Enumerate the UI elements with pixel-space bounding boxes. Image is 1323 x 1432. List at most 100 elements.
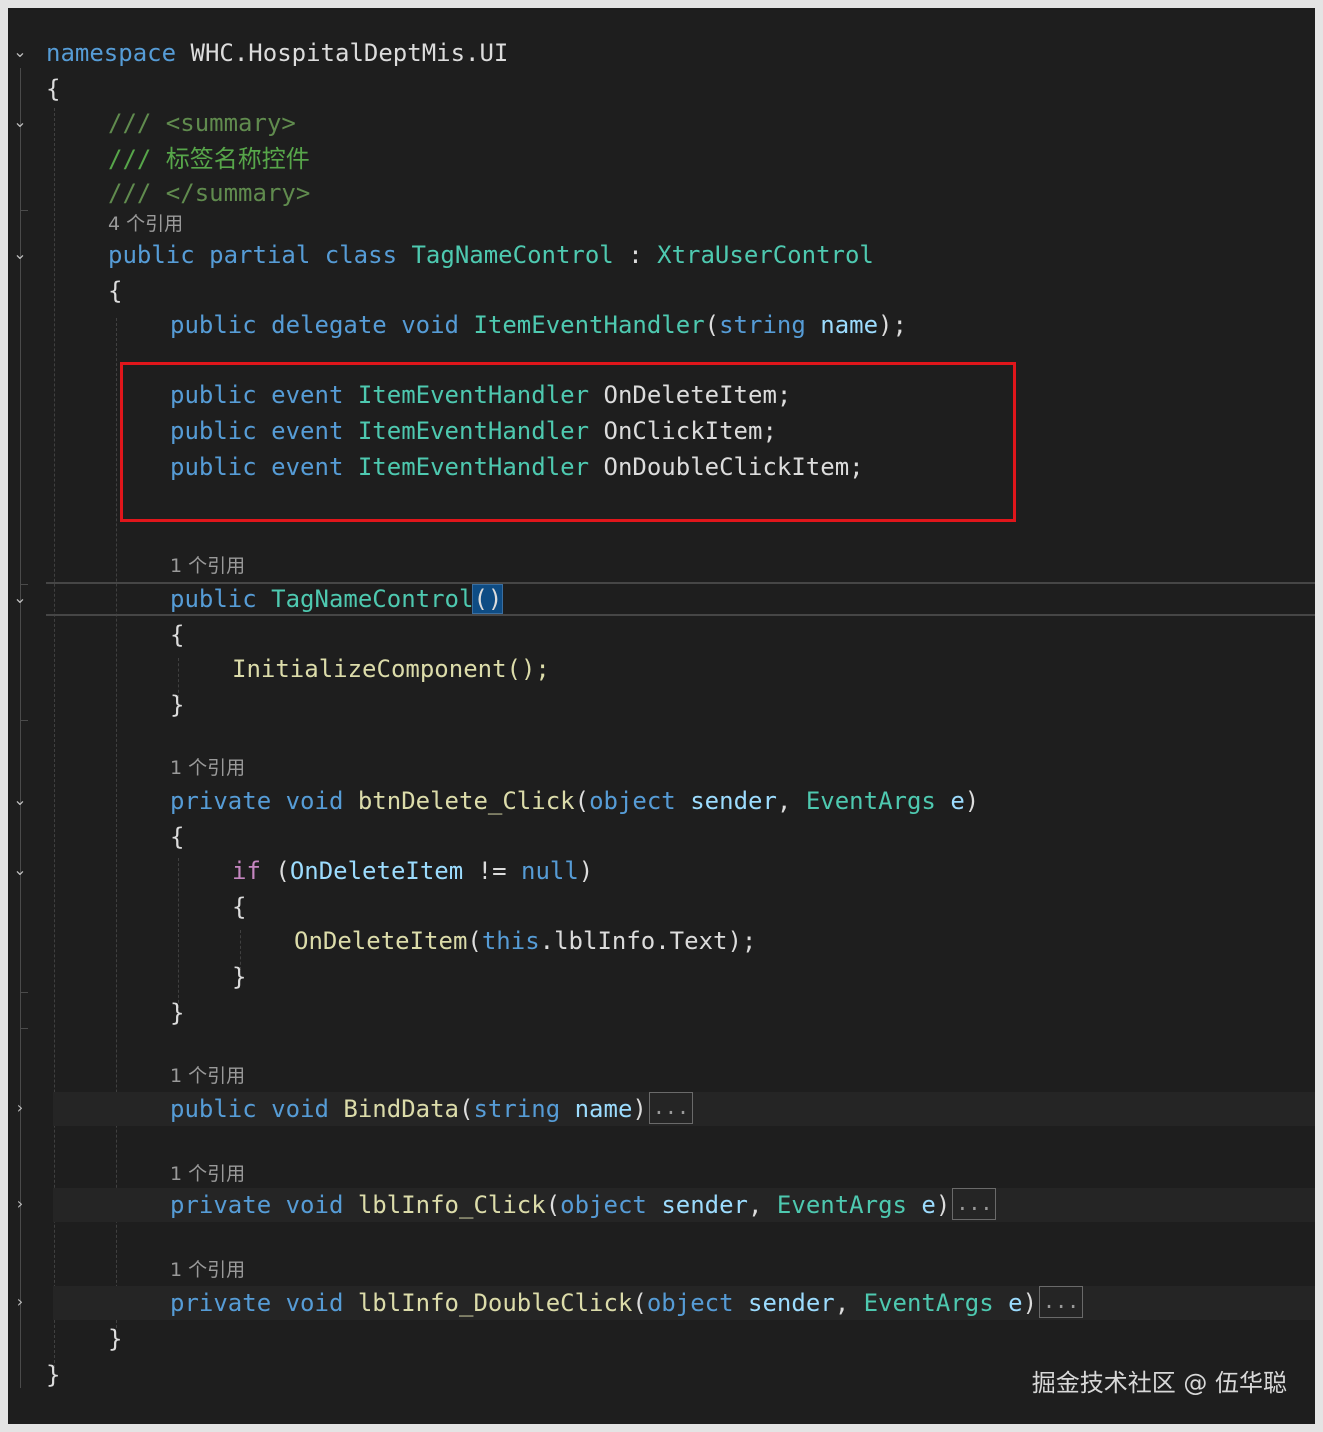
code-line-comment[interactable]: /// <summary> [8, 106, 1315, 140]
keyword: public [170, 585, 257, 613]
code-line-call[interactable]: InitializeComponent(); [8, 652, 1315, 686]
param-name: sender [748, 1289, 835, 1317]
watermark: 掘金技术社区 @ 伍华聪 [1031, 1369, 1287, 1397]
code-line-brace[interactable]: } [8, 1322, 1315, 1356]
code-line-constructor-current[interactable]: public TagNameControl() [46, 582, 1315, 616]
code-line-brace[interactable]: } [8, 960, 1315, 994]
punct: ( [467, 927, 482, 955]
doc-comment: /// <summary> [108, 109, 296, 137]
keyword: public [170, 1095, 257, 1123]
keyword: void [285, 1289, 344, 1317]
code-line-comment[interactable]: /// 标签名称控件 [8, 142, 1315, 176]
keyword: void [285, 787, 344, 815]
code-line-comment[interactable]: /// </summary> [8, 176, 1315, 210]
codelens-references[interactable]: 1 个引用 [170, 1160, 245, 1188]
code-line-brace[interactable]: { [8, 274, 1315, 308]
code-line-collapsed-method[interactable]: private void lblInfo_Click(object sender… [53, 1188, 1315, 1222]
fold-collapsed-icon[interactable]: › [12, 1196, 28, 1212]
code-line-class[interactable]: public partial class TagNameControl : Xt… [8, 238, 1315, 272]
keyword: void [285, 1191, 344, 1219]
open-brace: { [232, 893, 247, 921]
colon: : [613, 241, 658, 269]
collapsed-ellipsis-button[interactable]: ... [952, 1188, 997, 1220]
code-line-invoke[interactable]: OnDeleteItem(this.lblInfo.Text); [8, 924, 1315, 958]
code-editor[interactable]: ⌄ ⌄ ⌄ ⌄ ⌄ ⌄ › › › namespace WHC.Hospital… [8, 8, 1315, 1424]
matched-parens: () [472, 584, 504, 614]
fold-end-tick [20, 584, 28, 585]
code-line-brace[interactable]: { [8, 890, 1315, 924]
open-brace: { [108, 277, 123, 305]
code-line-method[interactable]: private void btnDelete_Click(object send… [8, 784, 1315, 818]
code-line-brace[interactable]: { [8, 72, 1315, 106]
invoked-event: OnDeleteItem [294, 927, 468, 955]
base-class: XtraUserControl [657, 241, 874, 269]
param-name: name [820, 311, 879, 339]
method-name: lblInfo_Click [357, 1191, 546, 1219]
close-brace: } [108, 1325, 123, 1353]
keyword: private [170, 1289, 272, 1317]
param-name: e [921, 1191, 936, 1219]
close-brace: } [170, 999, 185, 1027]
param-type: EventArgs [776, 1191, 907, 1219]
close-brace: } [232, 963, 247, 991]
fold-collapsed-icon[interactable]: › [12, 1294, 28, 1310]
doc-comment: /// 标签名称控件 [108, 145, 310, 173]
method-call: InitializeComponent(); [232, 655, 550, 683]
punct: ( [574, 787, 590, 815]
codelens-references[interactable]: 1 个引用 [170, 552, 245, 580]
codelens-references[interactable]: 1 个引用 [170, 754, 245, 782]
code-line-collapsed-method[interactable]: private void lblInfo_DoubleClick(object … [53, 1286, 1315, 1320]
code-line-namespace[interactable]: namespace WHC.HospitalDeptMis.UI [8, 36, 1315, 70]
code-line-brace[interactable]: { [8, 618, 1315, 652]
method-name: btnDelete_Click [357, 787, 575, 815]
codelens-references[interactable]: 1 个引用 [170, 1256, 245, 1284]
operator: != [463, 857, 521, 885]
keyword: void [271, 1095, 329, 1123]
codelens-references[interactable]: 4 个引用 [108, 210, 183, 238]
fold-collapsed-icon[interactable]: › [12, 1100, 28, 1116]
param-name: sender [661, 1191, 749, 1219]
keyword: null [521, 857, 579, 885]
close-brace: } [46, 1361, 61, 1389]
punct: ) [578, 857, 594, 885]
collapsed-ellipsis-button[interactable]: ... [648, 1092, 693, 1124]
codelens-references[interactable]: 1 个引用 [170, 1062, 245, 1090]
code-line-brace[interactable]: { [8, 820, 1315, 854]
code-line-brace[interactable]: } [8, 688, 1315, 722]
close-brace: } [170, 691, 185, 719]
keyword: public [108, 241, 195, 269]
punct: ( [704, 311, 720, 339]
keyword: string [473, 1095, 561, 1123]
keyword: object [646, 1289, 734, 1317]
punct: , [748, 1191, 777, 1219]
doc-comment: /// </summary> [108, 179, 311, 207]
code-line-delegate[interactable]: public delegate void ItemEventHandler(st… [8, 308, 1315, 342]
class-name: TagNameControl [411, 241, 614, 269]
collapsed-ellipsis-button[interactable]: ... [1039, 1286, 1084, 1318]
member-access: .lblInfo.Text); [539, 927, 757, 955]
keyword: object [560, 1191, 647, 1219]
keyword: class [324, 241, 398, 269]
keyword: partial [209, 241, 311, 269]
delegate-name: ItemEventHandler [473, 311, 705, 339]
fold-expanded-icon[interactable]: ⌄ [12, 590, 28, 606]
punct: ); [878, 311, 907, 339]
open-brace: { [46, 75, 61, 103]
method-name: BindData [343, 1095, 459, 1123]
keyword: if [232, 857, 261, 885]
code-line-if[interactable]: if (OnDeleteItem != null) [8, 854, 1315, 888]
punct: ) [632, 1095, 647, 1123]
param-name: e [950, 787, 965, 815]
punct: ( [260, 857, 290, 885]
param-name: name [574, 1095, 633, 1123]
code-line-brace[interactable]: } [8, 996, 1315, 1030]
constructor-name: TagNameControl [271, 585, 474, 613]
keyword: public [170, 311, 257, 339]
keyword: object [589, 787, 676, 815]
keyword: void [401, 311, 459, 339]
param-type: EventArgs [805, 787, 936, 815]
keyword: delegate [271, 311, 387, 339]
namespace-name: WHC.HospitalDeptMis.UI [190, 39, 509, 67]
keyword: private [170, 787, 272, 815]
code-line-collapsed-method[interactable]: public void BindData(string name)... [53, 1092, 1315, 1126]
